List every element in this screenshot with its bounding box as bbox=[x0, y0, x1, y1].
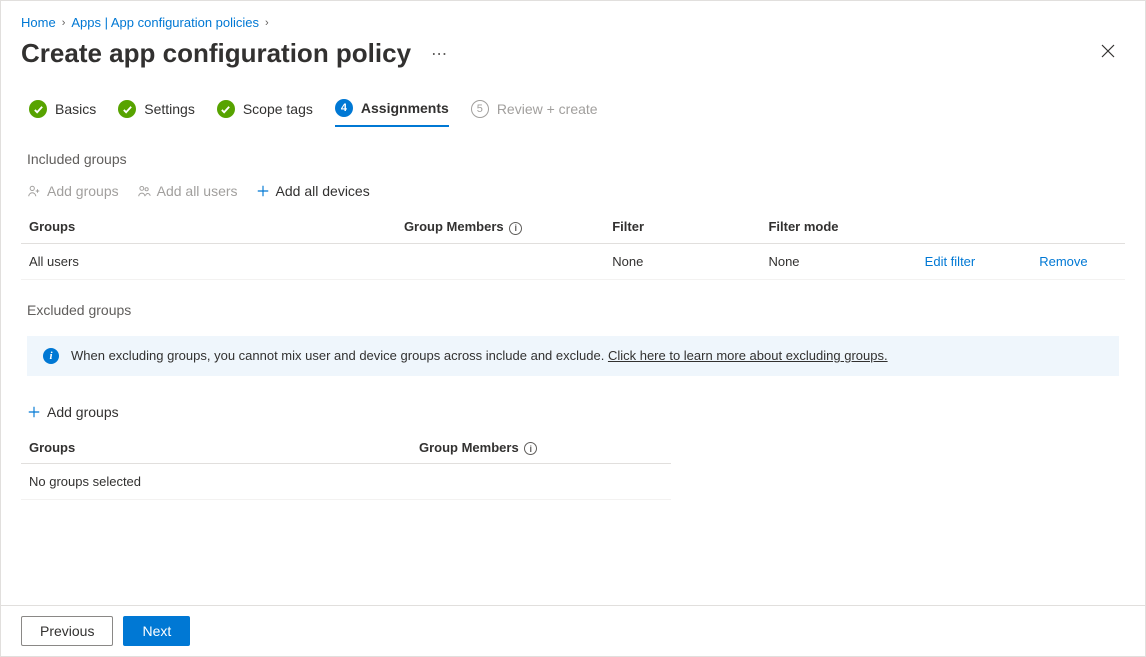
step-number-icon: 4 bbox=[335, 99, 353, 117]
col-groups: Groups bbox=[21, 211, 396, 243]
remove-link[interactable]: Remove bbox=[1039, 254, 1087, 269]
people-icon bbox=[137, 184, 151, 198]
button-label: Add groups bbox=[47, 404, 119, 420]
info-icon[interactable]: i bbox=[524, 442, 537, 455]
tab-scope-tags[interactable]: Scope tags bbox=[217, 100, 313, 126]
check-icon bbox=[217, 100, 235, 118]
page-title: Create app configuration policy bbox=[21, 38, 411, 69]
tab-label: Settings bbox=[144, 101, 195, 117]
tab-label: Assignments bbox=[361, 100, 449, 116]
banner-text: When excluding groups, you cannot mix us… bbox=[71, 348, 888, 363]
tab-review-create: 5 Review + create bbox=[471, 100, 598, 126]
tab-basics[interactable]: Basics bbox=[29, 100, 96, 126]
col-filter-mode: Filter mode bbox=[760, 211, 916, 243]
breadcrumb-home[interactable]: Home bbox=[21, 15, 56, 30]
button-label: Add all users bbox=[157, 183, 238, 199]
excluded-groups-table: Groups Group Members i No groups selecte… bbox=[21, 432, 671, 501]
step-number-icon: 5 bbox=[471, 100, 489, 118]
info-icon: i bbox=[43, 348, 59, 364]
button-label: Add all devices bbox=[276, 183, 370, 199]
chevron-right-icon: › bbox=[62, 17, 66, 29]
add-groups-button[interactable]: Add groups bbox=[27, 183, 119, 199]
excluded-groups-label: Excluded groups bbox=[27, 302, 1119, 318]
breadcrumb: Home › Apps | App configuration policies… bbox=[1, 1, 1145, 34]
cell-group: All users bbox=[21, 243, 396, 279]
breadcrumb-apps[interactable]: Apps | App configuration policies bbox=[71, 15, 259, 30]
table-row: All users None None Edit filter Remove bbox=[21, 243, 1125, 279]
previous-button[interactable]: Previous bbox=[21, 616, 113, 646]
next-button[interactable]: Next bbox=[123, 616, 190, 646]
more-actions-button[interactable]: ⋯ bbox=[425, 42, 453, 66]
excluded-add-groups-button[interactable]: Add groups bbox=[21, 398, 1125, 432]
cell-filter: None bbox=[604, 243, 760, 279]
cell-filter-mode: None bbox=[760, 243, 916, 279]
plus-icon bbox=[256, 184, 270, 198]
check-icon bbox=[29, 100, 47, 118]
tab-label: Basics bbox=[55, 101, 96, 117]
included-groups-label: Included groups bbox=[27, 151, 1119, 167]
col-filter: Filter bbox=[604, 211, 760, 243]
included-actions: Add groups Add all users Add all devices bbox=[21, 177, 1125, 211]
info-icon[interactable]: i bbox=[509, 222, 522, 235]
cell-members bbox=[396, 243, 604, 279]
tab-settings[interactable]: Settings bbox=[118, 100, 195, 126]
col-groups: Groups bbox=[21, 432, 411, 464]
tab-label: Review + create bbox=[497, 101, 598, 117]
edit-filter-link[interactable]: Edit filter bbox=[925, 254, 976, 269]
tab-label: Scope tags bbox=[243, 101, 313, 117]
add-all-devices-button[interactable]: Add all devices bbox=[256, 183, 370, 199]
footer-bar: Previous Next bbox=[1, 605, 1145, 656]
table-row: No groups selected bbox=[21, 464, 671, 500]
tab-assignments[interactable]: 4 Assignments bbox=[335, 99, 449, 127]
chevron-right-icon: › bbox=[265, 17, 269, 29]
info-banner: i When excluding groups, you cannot mix … bbox=[27, 336, 1119, 376]
add-all-users-button[interactable]: Add all users bbox=[137, 183, 238, 199]
learn-more-link[interactable]: Click here to learn more about excluding… bbox=[608, 348, 888, 363]
close-button[interactable] bbox=[1091, 38, 1125, 69]
col-members: Group Members i bbox=[396, 211, 604, 243]
page-header: Create app configuration policy ⋯ bbox=[1, 34, 1145, 89]
no-groups-text: No groups selected bbox=[21, 464, 671, 500]
add-person-icon bbox=[27, 184, 41, 198]
check-icon bbox=[118, 100, 136, 118]
close-icon bbox=[1101, 44, 1115, 58]
wizard-tabs: Basics Settings Scope tags 4 Assignments… bbox=[1, 99, 1145, 127]
plus-icon bbox=[27, 405, 41, 419]
included-groups-table: Groups Group Members i Filter Filter mod… bbox=[21, 211, 1125, 280]
button-label: Add groups bbox=[47, 183, 119, 199]
col-members: Group Members i bbox=[411, 432, 671, 464]
